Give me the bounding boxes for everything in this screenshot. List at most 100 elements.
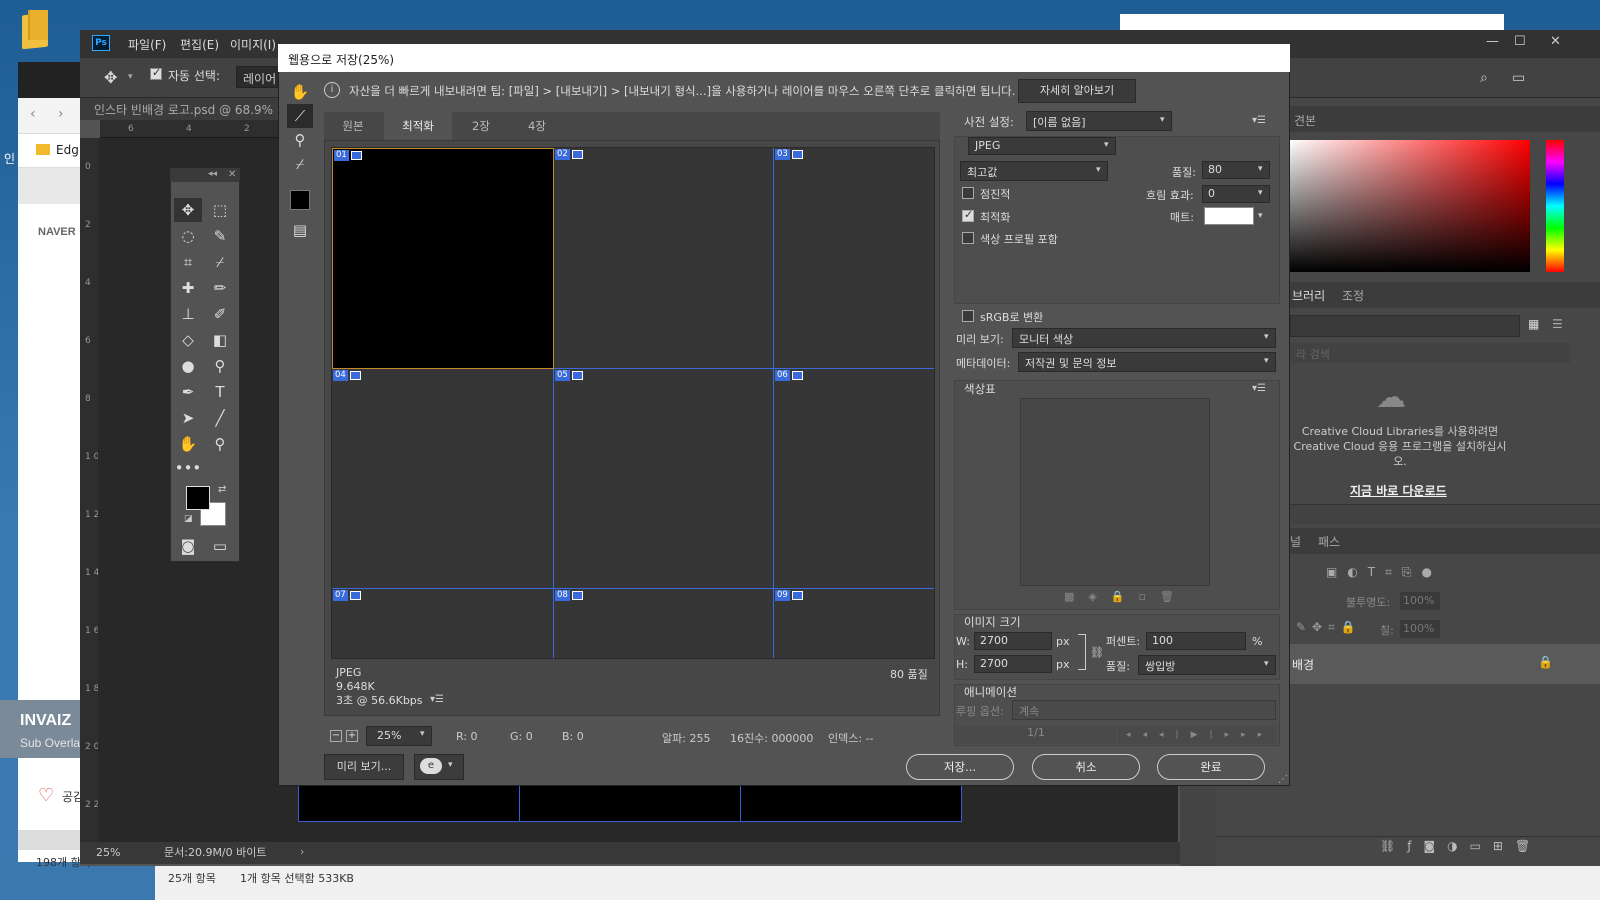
history-brush-icon[interactable]: ✐ [206,302,234,326]
back-icon[interactable]: ‹ [30,106,36,122]
close-button[interactable]: ✕ [1550,34,1561,49]
chevron-down-icon[interactable]: ▾ [1258,164,1263,174]
search-icon[interactable]: ⌕ [1480,70,1488,86]
foreground-color-swatch[interactable] [186,486,210,510]
eyedropper-color-swatch[interactable] [290,190,310,210]
slice-visibility-icon[interactable]: ▤ [287,218,313,242]
download-now-link[interactable]: 지금 바로 다운로드 [1350,482,1447,499]
tab-4-up[interactable]: 4장 [510,112,564,140]
matte-color-swatch[interactable] [1204,207,1254,225]
preview-color-select[interactable]: 모니터 색상 [1012,328,1276,348]
chevron-down-icon[interactable]: ▾ [128,72,133,82]
chevron-down-icon[interactable]: ▾ [1264,356,1269,366]
eraser-tool-icon[interactable]: ◇ [174,328,202,352]
default-colors-icon[interactable]: ◪ [184,514,193,524]
crop-tool-icon[interactable]: ⌗ [174,250,202,274]
move-tool-icon[interactable]: ✥ [174,198,202,222]
chevron-down-icon[interactable]: ▾ [448,760,453,770]
metadata-select[interactable]: 저작권 및 문의 정보 [1018,352,1276,372]
dialog-titlebar[interactable] [278,44,1290,72]
chevron-down-icon[interactable]: ▾ [1264,332,1269,342]
menu-image[interactable]: 이미지(I) [230,36,276,53]
tab-adjustments[interactable]: 조정 [1342,287,1364,304]
slice[interactable]: 09 [774,589,934,658]
path-select-tool-icon[interactable]: ➤ [174,406,202,430]
color-table-menu-icon[interactable]: ▾☰ [1252,383,1266,394]
chevron-down-icon[interactable]: ▾ [420,729,425,739]
opacity-input[interactable]: 100% [1400,592,1440,610]
optimized-checkbox[interactable] [962,208,974,222]
move-tool-icon[interactable]: ✥ [104,68,117,87]
slice[interactable]: 01 [332,148,554,369]
slice-select-tool-icon[interactable]: ⟋ [287,104,313,128]
lasso-tool-icon[interactable]: ◌ [174,224,202,248]
quick-select-tool-icon[interactable]: ✎ [206,224,234,248]
resample-select[interactable]: 쌍입방 [1138,655,1276,675]
color-table[interactable] [1020,398,1210,586]
preview-image[interactable]: 01 02 03 04 05 06 07 08 09 [331,147,935,659]
quick-mask-icon[interactable]: ◙ [174,534,202,558]
status-arrow-icon[interactable]: › [300,845,304,858]
chevron-down-icon[interactable]: ▾ [1096,165,1101,175]
tab-2-up[interactable]: 2장 [454,112,508,140]
lock-icons[interactable]: ✎✥⌗🔒 [1296,620,1362,635]
stamp-tool-icon[interactable]: ⊥ [174,302,202,326]
chevron-down-icon[interactable]: ▾ [1104,140,1109,150]
hand-tool-icon[interactable]: ✋ [174,432,202,456]
embed-profile-checkbox[interactable] [962,232,974,244]
minimize-button[interactable]: — [1486,34,1499,49]
width-input[interactable]: 2700 [974,632,1052,650]
menu-file[interactable]: 파일(F) [128,36,166,53]
pen-tool-icon[interactable]: ✒ [174,380,202,404]
color-field[interactable] [1290,140,1530,272]
tab-optimized[interactable]: 최적화 [384,112,452,140]
workspace-icon[interactable]: ▭ [1512,70,1525,86]
tab-paths[interactable]: 패스 [1318,533,1340,550]
forward-icon[interactable]: › [58,106,64,122]
brush-tool-icon[interactable]: ✏ [206,276,234,300]
resize-grip-icon[interactable]: ⋰ [1278,774,1288,785]
chevron-down-icon[interactable]: ▾ [1258,211,1263,221]
cancel-button[interactable]: 취소 [1032,754,1140,780]
more-tools-icon[interactable]: ••• [174,456,202,480]
learn-more-button[interactable]: 자세히 알아보기 [1018,79,1136,103]
download-speed-menu-icon[interactable]: ▾☰ [430,694,444,705]
slice[interactable]: 02 [554,148,774,369]
percent-input[interactable]: 100 [1146,632,1246,650]
eyedropper-tool-icon[interactable]: ⌿ [287,152,313,176]
type-tool-icon[interactable]: T [206,380,234,404]
dodge-tool-icon[interactable]: ⚲ [206,354,234,378]
menu-edit[interactable]: 편집(E) [180,36,219,53]
eyedropper-tool-icon[interactable]: ⌿ [206,250,234,274]
slice[interactable]: 06 [774,369,934,589]
color-table-action-icons[interactable]: ▩◈🔒▫🗑 [1064,590,1188,603]
slice[interactable]: 04 [332,369,554,589]
chevron-down-icon[interactable]: ▾ [1258,188,1263,198]
library-dropdown[interactable] [1290,315,1520,337]
height-input[interactable]: 2700 [974,655,1052,673]
settings-menu-icon[interactable]: ▾☰ [1252,115,1266,126]
chevron-down-icon[interactable]: ▾ [1160,115,1165,125]
zoom-in-button[interactable]: + [346,730,358,742]
collapse-icon[interactable]: ◂◂ [208,169,217,179]
quality-level-select[interactable]: 최고값 [960,161,1108,181]
grid-view-icon[interactable]: ▦ [1528,317,1539,331]
slice[interactable]: 05 [554,369,774,589]
hue-slider[interactable] [1546,140,1564,272]
preset-select[interactable]: [이름 없음] [1026,111,1172,131]
progressive-checkbox[interactable] [962,187,974,199]
tab-swatches[interactable]: 견본 [1294,112,1316,129]
tab-libraries[interactable]: 브러리 [1292,287,1325,304]
save-button[interactable]: 저장... [906,754,1014,780]
fill-input[interactable]: 100% [1400,620,1440,638]
tab-original[interactable]: 원본 [324,112,382,140]
status-zoom[interactable]: 25% [96,846,120,859]
close-icon[interactable]: ✕ [228,169,236,180]
slice[interactable]: 03 [774,148,934,369]
zoom-out-button[interactable]: − [330,730,342,742]
edge-tab[interactable]: Edg [18,134,82,168]
link-icon[interactable]: ⛓ [1090,646,1104,659]
done-button[interactable]: 완료 [1157,754,1265,780]
zoom-tool-icon[interactable]: ⚲ [287,128,313,152]
chevron-down-icon[interactable]: ▾ [1264,659,1269,669]
